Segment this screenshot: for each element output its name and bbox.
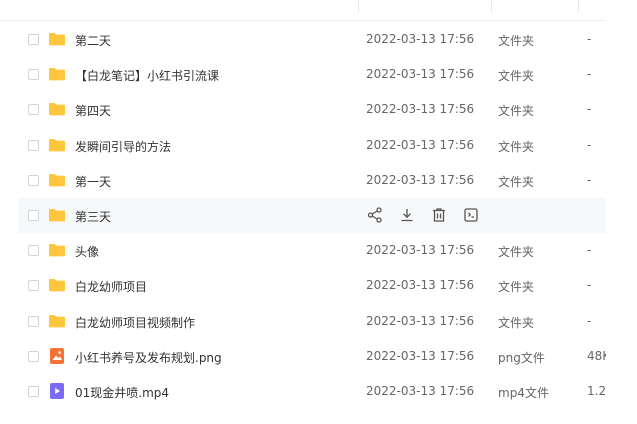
file-type: png文件 xyxy=(498,350,545,365)
file-name[interactable]: 第一天 xyxy=(75,173,111,190)
folder-icon xyxy=(48,137,66,153)
file-name[interactable]: 第二天 xyxy=(75,32,111,49)
more-icon[interactable] xyxy=(462,206,480,224)
image-file-icon xyxy=(48,347,66,364)
file-row[interactable]: 第四天 2022-03-13 17:56 文件夹 - xyxy=(18,92,606,127)
folder-icon xyxy=(48,31,66,47)
file-row[interactable]: 白龙幼师项目视频制作 2022-03-13 17:56 文件夹 - xyxy=(18,304,606,339)
row-checkbox[interactable] xyxy=(28,315,39,327)
file-type: 文件夹 xyxy=(498,280,535,295)
row-checkbox[interactable] xyxy=(28,209,39,221)
file-modified-time: 2022-03-13 17:56 xyxy=(366,278,475,293)
file-size: - xyxy=(587,278,592,293)
file-row[interactable]: 小红书养号及发布规划.png 2022-03-13 17:56 png文件 48K xyxy=(18,339,606,374)
file-type: 文件夹 xyxy=(498,104,535,119)
file-name[interactable]: 白龙幼师项目视频制作 xyxy=(75,314,195,331)
file-row[interactable]: 白龙幼师项目 2022-03-13 17:56 文件夹 - xyxy=(18,268,606,303)
file-modified-time: 2022-03-13 17:56 xyxy=(366,313,475,328)
folder-icon xyxy=(48,101,66,117)
file-modified-time: 2022-03-13 17:56 xyxy=(366,383,475,398)
row-checkbox[interactable] xyxy=(28,350,39,362)
video-file-icon xyxy=(48,382,66,399)
file-size: 1.22 xyxy=(587,383,606,398)
file-size: - xyxy=(587,313,592,328)
folder-icon xyxy=(48,207,66,223)
file-modified-time: 2022-03-13 17:56 xyxy=(366,137,475,152)
file-modified-time: 2022-03-13 17:56 xyxy=(366,348,475,363)
file-modified-time: 2022-03-13 17:56 xyxy=(366,67,475,82)
file-type: 文件夹 xyxy=(498,139,535,154)
file-type: mp4文件 xyxy=(498,385,549,400)
file-row[interactable]: 【白龙笔记】小红书引流课 2022-03-13 17:56 文件夹 - xyxy=(18,57,606,92)
file-name[interactable]: 第三天 xyxy=(75,208,111,225)
file-type: 文件夹 xyxy=(498,174,535,189)
row-checkbox[interactable] xyxy=(28,104,39,116)
row-actions xyxy=(366,206,480,224)
folder-icon xyxy=(48,66,66,82)
file-name[interactable]: 白龙幼师项目 xyxy=(75,278,147,295)
row-checkbox[interactable] xyxy=(28,245,39,257)
file-list: 第二天 2022-03-13 17:56 文件夹 - 【白龙笔记】小红书引流课 2022-… xyxy=(18,22,606,409)
folder-icon xyxy=(48,277,66,293)
file-row[interactable]: 01现金井喷.mp4 2022-03-13 17:56 mp4文件 1.22 xyxy=(18,374,606,409)
file-name[interactable]: 发瞬间引导的方法 xyxy=(75,138,171,155)
row-checkbox[interactable] xyxy=(28,139,39,151)
delete-icon[interactable] xyxy=(430,206,448,224)
file-row[interactable]: 发瞬间引导的方法 2022-03-13 17:56 文件夹 - xyxy=(18,128,606,163)
column-divider[interactable] xyxy=(491,0,492,12)
column-divider[interactable] xyxy=(358,0,359,12)
file-size: - xyxy=(587,102,592,117)
file-size: - xyxy=(587,243,592,258)
file-modified-time: 2022-03-13 17:56 xyxy=(366,172,475,187)
column-divider[interactable] xyxy=(578,0,579,12)
file-row[interactable]: 第二天 2022-03-13 17:56 文件夹 - xyxy=(18,22,606,57)
file-list-header xyxy=(0,0,606,21)
file-size: - xyxy=(587,137,592,152)
row-checkbox[interactable] xyxy=(28,385,39,397)
file-row[interactable]: 第一天 2022-03-13 17:56 文件夹 - xyxy=(18,163,606,198)
folder-icon xyxy=(48,313,66,329)
file-type: 文件夹 xyxy=(498,315,535,330)
file-name[interactable]: 【白龙笔记】小红书引流课 xyxy=(75,67,219,84)
share-icon[interactable] xyxy=(366,206,384,224)
file-size: - xyxy=(587,32,592,46)
file-type: 文件夹 xyxy=(498,69,535,84)
file-type: 文件夹 xyxy=(498,34,535,48)
file-size: 48K xyxy=(587,348,606,363)
file-name[interactable]: 第四天 xyxy=(75,102,111,119)
download-icon[interactable] xyxy=(398,206,416,224)
row-checkbox[interactable] xyxy=(28,280,39,292)
file-name[interactable]: 头像 xyxy=(75,243,99,260)
folder-icon xyxy=(48,242,66,258)
file-row[interactable]: 头像 2022-03-13 17:56 文件夹 - xyxy=(18,233,606,268)
row-checkbox[interactable] xyxy=(28,69,39,81)
file-type: 文件夹 xyxy=(498,245,535,260)
file-modified-time: 2022-03-13 17:56 xyxy=(366,102,475,117)
file-size: - xyxy=(587,172,592,187)
file-list-page: 第二天 2022-03-13 17:56 文件夹 - 【白龙笔记】小红书引流课 2022-… xyxy=(0,0,637,424)
file-modified-time: 2022-03-13 17:56 xyxy=(366,32,475,46)
file-name[interactable]: 小红书养号及发布规划.png xyxy=(75,349,222,366)
row-checkbox[interactable] xyxy=(28,174,39,186)
file-size: - xyxy=(587,67,592,82)
file-name[interactable]: 01现金井喷.mp4 xyxy=(75,384,169,401)
folder-icon xyxy=(48,172,66,188)
file-modified-time: 2022-03-13 17:56 xyxy=(366,243,475,258)
file-row[interactable]: 第三天 xyxy=(18,197,606,234)
row-checkbox[interactable] xyxy=(28,34,39,45)
